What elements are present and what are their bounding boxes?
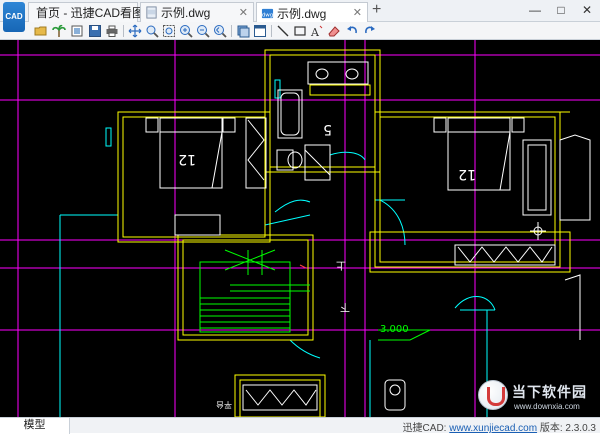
cad-viewer-window: CAD 首页 - 迅捷CAD看图 示例.dwg ✕ dwg 示例.dwg ✕ +… xyxy=(0,0,600,434)
print-icon[interactable] xyxy=(105,24,119,38)
zoom-in-icon[interactable] xyxy=(179,24,193,38)
palm-icon[interactable] xyxy=(52,24,66,38)
zoom-out-icon[interactable] xyxy=(196,24,210,38)
watermark-title: 当下软件园 xyxy=(512,384,587,400)
tab-file-2-label: 示例.dwg xyxy=(277,6,327,21)
window-controls: — □ ✕ xyxy=(522,0,600,22)
layers-icon[interactable] xyxy=(236,24,250,38)
svg-text:A: A xyxy=(310,26,320,38)
stair-down-label: 下 xyxy=(340,301,350,312)
text-icon[interactable]: A xyxy=(310,24,324,38)
maximize-button[interactable]: □ xyxy=(548,0,574,22)
minimize-button[interactable]: — xyxy=(522,0,548,22)
save-icon[interactable] xyxy=(88,24,102,38)
furniture xyxy=(145,61,591,411)
close-tab-icon[interactable]: ✕ xyxy=(353,6,362,19)
tab-file-1[interactable]: 示例.dwg ✕ xyxy=(140,2,254,22)
room-label-bedroom-left: 12 xyxy=(178,151,196,167)
pan-icon[interactable] xyxy=(128,24,142,38)
axis-lines xyxy=(0,40,600,417)
rectangle-icon[interactable] xyxy=(293,24,307,38)
version-label: 版本: xyxy=(539,423,563,434)
version-value: 2.3.0.3 xyxy=(565,423,596,434)
website-link[interactable]: www.xunjiecad.com xyxy=(449,423,537,434)
layout-icon[interactable] xyxy=(253,24,267,38)
watermark: 当下软件园 www.downxia.com xyxy=(478,378,598,416)
walls xyxy=(117,49,571,417)
line-icon[interactable] xyxy=(276,24,290,38)
watermark-url: www.downxia.com xyxy=(514,402,580,411)
dwg-file-icon: dwg xyxy=(262,8,274,18)
undo-icon[interactable] xyxy=(345,24,359,38)
open-folder-icon[interactable] xyxy=(34,24,48,38)
stair-up-label: 上 xyxy=(336,259,346,271)
tab-home-label: 首页 - 迅捷CAD看图 xyxy=(36,6,145,20)
toolbar: A xyxy=(0,22,600,40)
floor-plan-drawing: 12 5 12 上 下 平台 3.000 xyxy=(0,40,600,417)
elevation-label: 3.000 xyxy=(380,324,409,335)
zoom-window-icon[interactable] xyxy=(145,24,159,38)
svg-text:dwg: dwg xyxy=(262,12,274,18)
dwg-file-icon xyxy=(146,6,157,19)
print-preview-icon[interactable] xyxy=(70,24,84,38)
app-logo-icon: CAD xyxy=(3,2,25,32)
app-name-label: 迅捷CAD: xyxy=(402,423,447,434)
tab-file-1-label: 示例.dwg xyxy=(161,6,211,20)
eraser-icon[interactable] xyxy=(327,24,341,38)
tab-bar: CAD 首页 - 迅捷CAD看图 示例.dwg ✕ dwg 示例.dwg ✕ +… xyxy=(0,0,600,32)
watermark-logo-icon xyxy=(478,380,508,410)
close-window-button[interactable]: ✕ xyxy=(574,0,600,22)
model-tab[interactable]: 模型 xyxy=(0,418,70,434)
close-tab-icon[interactable]: ✕ xyxy=(239,6,248,19)
new-tab-button[interactable]: + xyxy=(372,1,381,19)
zoom-previous-icon[interactable] xyxy=(213,24,227,38)
zoom-extents-icon[interactable] xyxy=(162,24,176,38)
status-bar: 模型 迅捷CAD: www.xunjiecad.com 版本: 2.3.0.3 xyxy=(0,417,600,434)
tab-home[interactable]: 首页 - 迅捷CAD看图 xyxy=(28,2,144,22)
redo-icon[interactable] xyxy=(363,24,377,38)
platform-label: 平台 xyxy=(216,400,232,410)
status-info: 迅捷CAD: www.xunjiecad.com 版本: 2.3.0.3 xyxy=(403,419,596,434)
room-label-bathroom: 5 xyxy=(323,121,332,137)
tab-file-2[interactable]: dwg 示例.dwg ✕ xyxy=(256,2,368,23)
room-label-bedroom-right: 12 xyxy=(458,166,476,182)
drawing-canvas[interactable]: 12 5 12 上 下 平台 3.000 xyxy=(0,40,600,417)
